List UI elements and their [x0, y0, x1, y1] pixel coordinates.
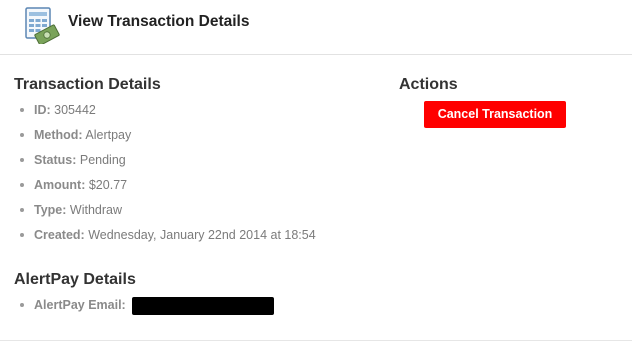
detail-label: Method: — [34, 128, 83, 142]
detail-created: Created: Wednesday, January 22nd 2014 at… — [14, 224, 316, 249]
redacted-email-block — [132, 297, 274, 315]
divider — [0, 340, 632, 341]
detail-method: Method: Alertpay — [14, 124, 316, 149]
detail-value: Pending — [79, 153, 126, 167]
page-header: View Transaction Details — [0, 0, 632, 55]
detail-label: Created: — [34, 228, 85, 242]
detail-label: AlertPay Email: — [34, 298, 126, 312]
alertpay-details-list: AlertPay Email: — [14, 294, 126, 319]
detail-label: Type: — [34, 203, 67, 217]
detail-label: Status: — [34, 153, 77, 167]
detail-value: 305442 — [54, 103, 96, 117]
detail-value: Alertpay — [85, 128, 132, 142]
transaction-details-heading: Transaction Details — [14, 76, 161, 93]
detail-amount: Amount: $20.77 — [14, 174, 316, 199]
transaction-details-list: ID: 305442 Method: Alertpay Status: Pend… — [14, 99, 316, 249]
detail-status: Status: Pending — [14, 149, 316, 174]
actions-heading: Actions — [399, 76, 458, 93]
detail-label: ID: — [34, 103, 51, 117]
cancel-transaction-button[interactable]: Cancel Transaction — [424, 101, 566, 128]
detail-alertpay-email: AlertPay Email: — [14, 294, 126, 319]
transaction-details-icon — [24, 6, 60, 46]
detail-value: Withdraw — [69, 203, 122, 217]
detail-id: ID: 305442 — [14, 99, 316, 124]
detail-value: $20.77 — [88, 178, 128, 192]
detail-value: Wednesday, January 22nd 2014 at 18:54 — [88, 228, 316, 242]
alertpay-details-heading: AlertPay Details — [14, 271, 136, 288]
page-title: View Transaction Details — [68, 13, 250, 30]
detail-label: Amount: — [34, 178, 86, 192]
detail-type: Type: Withdraw — [14, 199, 316, 224]
